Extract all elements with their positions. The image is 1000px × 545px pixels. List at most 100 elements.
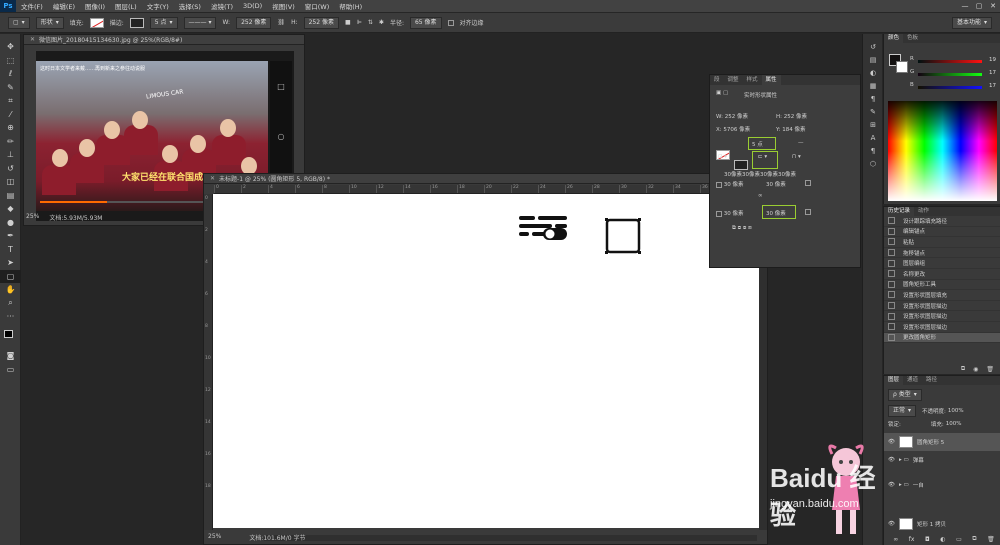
menu-image[interactable]: 图像(I) [80,1,110,11]
dodge-tool-icon[interactable]: ● [0,216,21,230]
eyedropper-tool-icon[interactable]: ⁄ [0,108,21,122]
history-item[interactable]: 编辑锚点 [884,227,1000,238]
fill-swatch[interactable] [89,17,104,28]
horizontal-scrollbar[interactable] [264,535,757,541]
tool-preset-picker[interactable]: ▢ ▾ [8,16,30,29]
zoom-level[interactable]: 25% [26,213,39,222]
menu-window[interactable]: 窗口(W) [300,1,335,11]
history-item[interactable]: 设置形状图层描边 [884,322,1000,333]
type-tool-icon[interactable]: T [0,243,21,257]
g-slider[interactable] [918,73,982,76]
new-document-icon[interactable]: ⧉ [961,365,965,373]
menu-3d[interactable]: 3D(D) [238,2,267,10]
rounded-rectangle-shape[interactable] [605,218,641,254]
paragraph-panel-icon[interactable]: ¶ [863,92,883,105]
stroke-cap-dropdown[interactable]: ⊏ ▾ [758,154,767,160]
workspace-dropdown[interactable]: 基本功能 ▾ [951,17,992,29]
zoom-tool-icon[interactable]: ⌕ [0,297,21,311]
layer-filter-dropdown[interactable]: ρ 类型 ▾ [888,389,922,401]
styles-panel-icon[interactable]: ▦ [863,79,883,92]
radius-field[interactable]: 65 像素 [409,16,442,29]
menu-help[interactable]: 帮助(H) [334,1,367,11]
menu-filter[interactable]: 滤镜(T) [206,1,238,11]
fill-field[interactable]: 100% [946,421,962,427]
r-slider[interactable] [918,60,982,63]
history-item[interactable]: 粘贴 [884,237,1000,248]
new-group-icon[interactable]: ▭ [956,536,962,543]
maximize-button[interactable]: ▢ [972,0,986,12]
height-field[interactable]: 252 像素 [303,16,339,29]
brush-tool-icon[interactable]: ✏ [0,135,21,149]
path-ops-icons[interactable]: ⧉ ⧈ ⧇ ⧆ [732,225,752,232]
corner-checkbox[interactable] [716,210,722,217]
close-tab-icon[interactable]: ✕ [210,175,215,182]
layer-row[interactable]: 👁 ▸ ▭ 弹幕 [884,453,1000,467]
history-item[interactable]: 设置形状图层填充 [884,290,1000,301]
adjustment-layer-icon[interactable]: ◐ [940,536,945,543]
r-value[interactable]: 19 [989,57,996,63]
tab-history[interactable]: 历史记录 [884,207,915,216]
path-ops-icon[interactable]: ■ [345,19,351,26]
y-field[interactable]: 184 像素 [782,127,805,133]
history-item-selected[interactable]: 更改圆角矩形 [884,332,1000,344]
stamp-tool-icon[interactable]: ⊥ [0,148,21,162]
menu-file[interactable]: 文件(F) [16,1,48,11]
adjustments-panel-icon[interactable]: ◐ [863,66,883,79]
tab-swatches[interactable]: 色板 [903,34,922,43]
opacity-field[interactable]: 100% [948,408,964,414]
document-canvas[interactable] [213,194,761,528]
menu-type[interactable]: 文字(Y) [142,1,174,11]
link-layers-icon[interactable]: ∞ [893,536,898,543]
subtitle-icon-shape[interactable] [519,216,567,240]
gradient-tool-icon[interactable]: ▤ [0,189,21,203]
corner-checkbox[interactable] [805,209,811,215]
glyph-panel-icon[interactable]: ¶ [863,144,883,157]
mask-icon[interactable]: ◘ [925,536,930,543]
quick-select-tool-icon[interactable]: ✎ [0,81,21,95]
properties-panel-icon[interactable]: ▤ [863,53,883,66]
background-color-swatch[interactable] [896,61,908,73]
layer-row[interactable]: 👁 ▸ ▭ 一自 [884,478,1000,492]
pen-tool-icon[interactable]: ✒ [0,229,21,243]
tab-channels[interactable]: 通道 [903,376,922,385]
lasso-tool-icon[interactable]: ℓ [0,67,21,81]
hand-tool-icon[interactable]: ✋ [0,283,21,297]
b-value[interactable]: 17 [989,83,996,89]
healing-tool-icon[interactable]: ⊕ [0,121,21,135]
history-item[interactable]: 设置形状图层描边 [884,301,1000,312]
tab-paths[interactable]: 路径 [922,376,941,385]
document-window-untitled[interactable]: ✕ 未标题-1 @ 25% (圆角矩形 5, RGB/8) * 0 2 4 6 … [203,173,768,545]
history-item[interactable]: 圆角矩形工具 [884,280,1000,291]
screen-mode-icon[interactable]: ▭ [0,363,21,377]
minimize-button[interactable]: — [958,0,972,12]
tab-color[interactable]: 颜色 [884,34,904,43]
close-button[interactable]: ✕ [986,0,1000,12]
w-field[interactable]: 252 像素 [725,114,748,120]
link-corners-icon[interactable]: ∞ [758,193,763,199]
history-item[interactable]: 名称更改 [884,269,1000,280]
horizontal-ruler[interactable]: 0 2 4 6 8 10 12 14 16 18 20 22 24 26 28 … [214,185,767,194]
tab-actions[interactable]: 动作 [914,207,933,216]
tab-adjustments[interactable]: 调整 [724,75,743,85]
gear-icon[interactable]: ✱ [379,19,384,26]
stroke-type-dropdown[interactable]: — [798,140,804,146]
document-tab[interactable]: ✕ 未标题-1 @ 25% (圆角矩形 5, RGB/8) * [204,174,767,184]
corner-checkbox[interactable] [716,181,722,188]
layer-row-selected[interactable]: 👁 圆角矩形 5 [884,433,1000,451]
quick-mask-icon[interactable]: ◙ [0,349,21,363]
vertical-ruler[interactable]: 0 2 4 6 8 10 12 14 16 18 [204,194,213,530]
tab-properties[interactable]: 属性 [761,75,781,85]
history-brush-tool-icon[interactable]: ↺ [0,162,21,176]
snapshot-icon[interactable]: ◉ [973,366,978,373]
history-item[interactable]: 设计跟踪填充路径 [884,216,1000,227]
stroke-width-field[interactable]: 5 点 [752,140,763,148]
brush-panel-icon[interactable]: ✎ [863,105,883,118]
foreground-background-swatch[interactable] [0,330,21,344]
b-slider[interactable] [918,86,982,89]
history-item[interactable]: 拖移锚点 [884,248,1000,259]
path-select-tool-icon[interactable]: ➤ [0,256,21,270]
tab-styles[interactable]: 样式 [743,75,762,85]
menu-select[interactable]: 选择(S) [174,1,206,11]
blur-tool-icon[interactable]: ◆ [0,202,21,216]
corner-br-field[interactable]: 30 像素 [766,209,786,217]
